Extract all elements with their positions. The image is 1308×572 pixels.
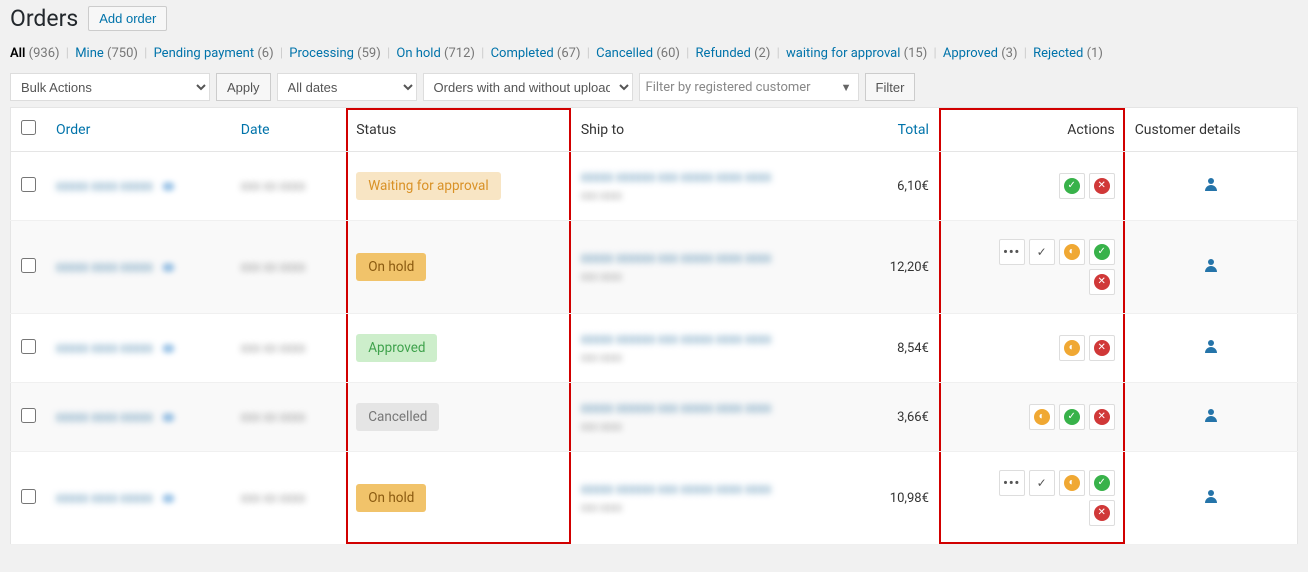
hold-icon[interactable]: ◐ [1059, 239, 1085, 265]
row-checkbox[interactable] [21, 489, 36, 504]
ship-to: xxxxx xxxxxx xxx xxxxx xxxx xxxx [581, 482, 781, 497]
hold-icon[interactable]: ◐ [1059, 470, 1085, 496]
complete-icon[interactable]: ✓ [1029, 470, 1055, 496]
status-badge: Cancelled [356, 403, 439, 431]
table-row: xxxxx xxxx xxxxx oo xxx xx xxxx On hold xxx… [11, 452, 1298, 545]
date-filter-select[interactable]: All dates [277, 73, 417, 101]
col-date[interactable]: Date [231, 108, 346, 152]
approve-icon[interactable]: ✓ [1059, 173, 1085, 199]
filter-button[interactable]: Filter [865, 73, 916, 101]
reject-icon[interactable]: ✕ [1089, 173, 1115, 199]
reject-icon[interactable]: ✕ [1089, 500, 1115, 526]
add-order-button[interactable]: Add order [88, 6, 167, 31]
filter-link[interactable]: Completed [491, 46, 554, 61]
approve-icon[interactable]: ✓ [1089, 470, 1115, 496]
row-checkbox[interactable] [21, 339, 36, 354]
order-total: 8,54€ [858, 314, 939, 383]
ship-to-sub: xxx xxxx [581, 270, 781, 283]
col-customer-details: Customer details [1125, 108, 1298, 152]
order-total: 10,98€ [858, 452, 939, 545]
reject-icon[interactable]: ✕ [1089, 335, 1115, 361]
row-checkbox[interactable] [21, 177, 36, 192]
customer-details-icon[interactable] [1135, 338, 1287, 358]
select-all-col [11, 108, 47, 152]
order-link[interactable]: xxxxx xxxx xxxxx [56, 491, 153, 506]
table-row: xxxxx xxxx xxxxx oo xxx xx xxxx Waiting fo… [11, 152, 1298, 221]
filter-link[interactable]: Rejected [1033, 46, 1083, 61]
filter-link[interactable]: waiting for approval [786, 46, 900, 61]
col-ship-to: Ship to [571, 108, 858, 152]
hold-icon[interactable]: ◐ [1059, 335, 1085, 361]
col-total[interactable]: Total [858, 108, 939, 152]
filter-link[interactable]: Refunded [696, 46, 751, 61]
more-icon[interactable]: ••• [999, 239, 1025, 265]
order-total: 12,20€ [858, 221, 939, 314]
ship-to: xxxxx xxxxxx xxx xxxxx xxxx xxxx [581, 401, 781, 416]
order-date: xxx xx xxxx [241, 179, 306, 194]
col-order[interactable]: Order [46, 108, 231, 152]
filter-link[interactable]: Processing [289, 46, 354, 61]
order-total: 3,66€ [858, 383, 939, 452]
status-badge: On hold [356, 484, 426, 512]
ship-to-sub: xxx xxxx [581, 351, 781, 364]
page-title: Orders [10, 5, 78, 32]
reject-icon[interactable]: ✕ [1089, 269, 1115, 295]
ship-to-sub: xxx xxxx [581, 501, 781, 514]
filter-link[interactable]: Mine [75, 46, 104, 61]
status-badge: On hold [356, 253, 426, 281]
customer-details-icon[interactable] [1135, 176, 1287, 196]
approve-icon[interactable]: ✓ [1089, 239, 1115, 265]
order-date: xxx xx xxxx [241, 341, 306, 356]
order-link[interactable]: xxxxx xxxx xxxxx [56, 260, 153, 275]
order-total: 6,10€ [858, 152, 939, 221]
preview-icon[interactable]: oo [162, 410, 171, 425]
order-date: xxx xx xxxx [241, 410, 306, 425]
ship-to-sub: xxx xxxx [581, 189, 781, 202]
preview-icon[interactable]: oo [162, 491, 171, 506]
order-link[interactable]: xxxxx xxxx xxxxx [56, 341, 153, 356]
customer-details-icon[interactable] [1135, 407, 1287, 427]
row-checkbox[interactable] [21, 408, 36, 423]
complete-icon[interactable]: ✓ [1029, 239, 1055, 265]
ship-to: xxxxx xxxxxx xxx xxxxx xxxx xxxx [581, 170, 781, 185]
preview-icon[interactable]: oo [162, 260, 171, 275]
preview-icon[interactable]: oo [162, 341, 171, 356]
status-badge: Waiting for approval [356, 172, 500, 200]
order-date: xxx xx xxxx [241, 491, 306, 506]
apply-button[interactable]: Apply [216, 73, 271, 101]
chevron-down-icon: ▼ [841, 81, 852, 94]
col-actions: Actions [939, 108, 1125, 152]
filter-link[interactable]: Pending payment [154, 46, 255, 61]
status-filter-bar: All (936) | Mine (750) | Pending payment… [10, 46, 1298, 61]
select-all-checkbox[interactable] [21, 120, 36, 135]
upload-filter-select[interactable]: Orders with and without uploads [423, 73, 633, 101]
table-row: xxxxx xxxx xxxxx oo xxx xx xxxx On hold xxx… [11, 221, 1298, 314]
preview-icon[interactable]: oo [162, 179, 171, 194]
ship-to: xxxxx xxxxxx xxx xxxxx xxxx xxxx [581, 332, 781, 347]
status-badge: Approved [356, 334, 437, 362]
approve-icon[interactable]: ✓ [1059, 404, 1085, 430]
col-status: Status [346, 108, 571, 152]
table-row: xxxxx xxxx xxxxx oo xxx xx xxxx Approved xx… [11, 314, 1298, 383]
order-date: xxx xx xxxx [241, 260, 306, 275]
ship-to: xxxxx xxxxxx xxx xxxxx xxxx xxxx [581, 251, 781, 266]
customer-details-icon[interactable] [1135, 257, 1287, 277]
filter-link[interactable]: Approved [943, 46, 998, 61]
more-icon[interactable]: ••• [999, 470, 1025, 496]
reject-icon[interactable]: ✕ [1089, 404, 1115, 430]
bulk-actions-select[interactable]: Bulk Actions [10, 73, 210, 101]
row-checkbox[interactable] [21, 258, 36, 273]
order-link[interactable]: xxxxx xxxx xxxxx [56, 410, 153, 425]
customer-details-icon[interactable] [1135, 488, 1287, 508]
filter-link[interactable]: On hold [396, 46, 440, 61]
filter-link[interactable]: Cancelled [596, 46, 653, 61]
table-row: xxxxx xxxx xxxxx oo xxx xx xxxx Cancelled x… [11, 383, 1298, 452]
order-link[interactable]: xxxxx xxxx xxxxx [56, 179, 153, 194]
ship-to-sub: xxx xxxx [581, 420, 781, 433]
customer-filter-select[interactable]: Filter by registered customer ▼ [639, 73, 859, 101]
hold-icon[interactable]: ◐ [1029, 404, 1055, 430]
filter-link-active[interactable]: All [10, 46, 25, 61]
